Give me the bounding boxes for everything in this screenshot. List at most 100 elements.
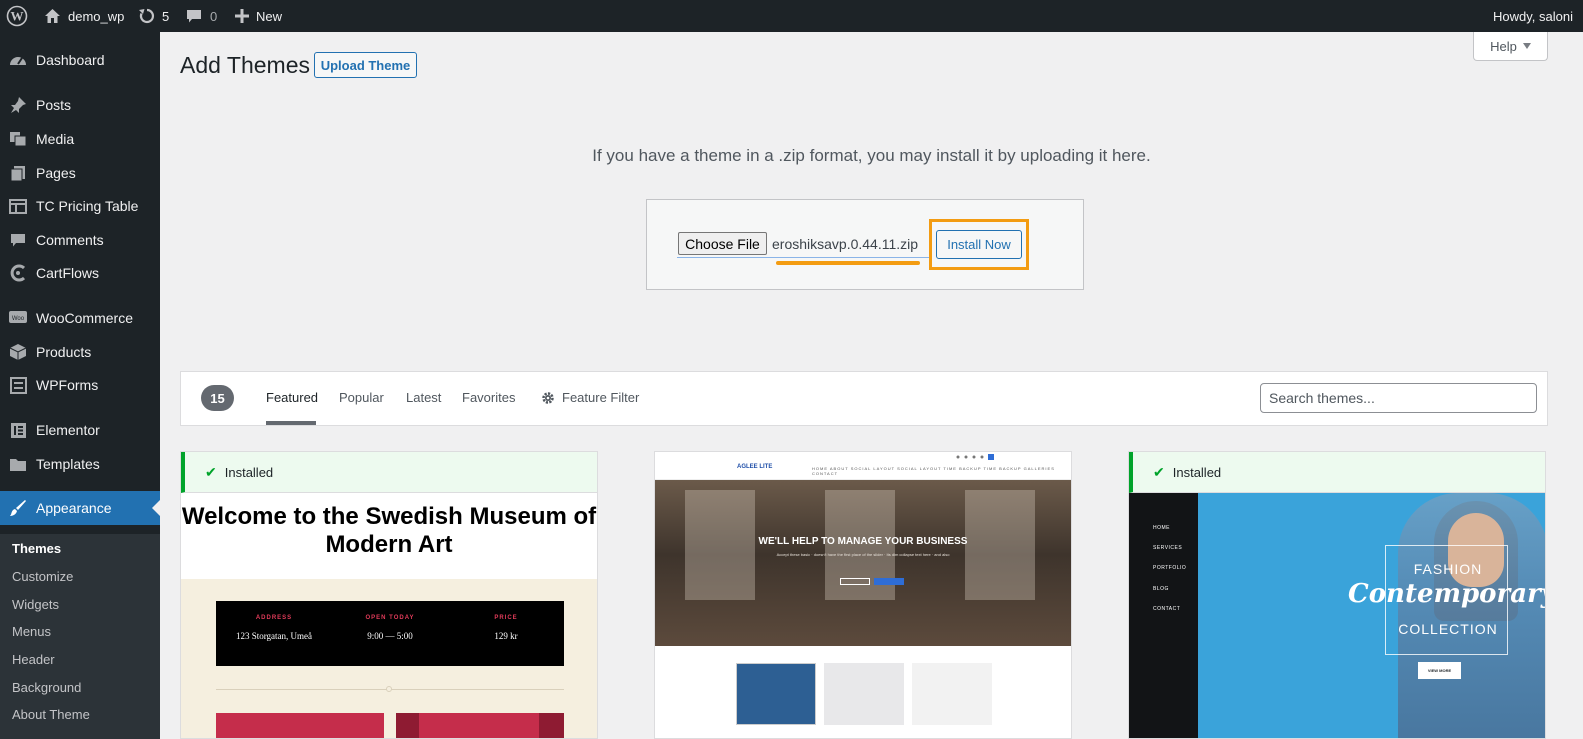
submenu-about-theme[interactable]: About Theme xyxy=(12,707,90,722)
submenu-widgets[interactable]: Widgets xyxy=(12,597,59,612)
theme-screenshot: WE'LL HELP TO MANAGE YOUR BUSINESS Accep… xyxy=(655,480,1071,646)
svg-text:Woo: Woo xyxy=(12,316,25,322)
check-icon: ✔ xyxy=(1153,463,1165,480)
comments-link[interactable]: 0 xyxy=(186,0,217,32)
preview-thumbnail xyxy=(912,663,992,725)
wordpress-logo-icon[interactable]: W xyxy=(6,0,28,32)
active-menu-arrow xyxy=(152,500,160,516)
updates-link[interactable]: 5 xyxy=(138,0,169,32)
tab-latest[interactable]: Latest xyxy=(406,390,441,405)
preview-button: VIEW MORE xyxy=(1418,662,1461,679)
preview-thumbnail xyxy=(736,663,816,725)
submenu-background[interactable]: Background xyxy=(12,680,81,695)
selected-file-name: eroshiksavp.0.44.11.zip xyxy=(772,236,919,252)
tab-featured[interactable]: Featured xyxy=(266,390,318,405)
page-title: Add Themes xyxy=(180,52,310,78)
theme-card[interactable]: ✔ Installed Welcome to the Swedish Museu… xyxy=(180,451,598,739)
preview-subtext: Accept these basic · doesn't have the fi… xyxy=(776,552,950,557)
theme-card[interactable]: AGLEE LITE HOME ABOUT SOCIAL LAYOUT SOCI… xyxy=(654,451,1072,739)
menu-woocommerce[interactable]: Woo WooCommerce xyxy=(0,301,160,335)
tab-favorites[interactable]: Favorites xyxy=(462,390,515,405)
site-name-link[interactable]: demo_wp xyxy=(44,0,124,32)
submenu-customize[interactable]: Customize xyxy=(12,569,73,584)
submenu-menus[interactable]: Menus xyxy=(12,624,51,639)
pin-icon xyxy=(0,96,36,114)
table-icon xyxy=(0,198,36,214)
submenu-header[interactable]: Header xyxy=(12,652,55,667)
menu-dashboard[interactable]: Dashboard xyxy=(0,43,160,77)
preview-title: Welcome to the Swedish Museum of Modern … xyxy=(181,503,597,558)
preview-block xyxy=(419,713,539,738)
file-name-highlight xyxy=(776,261,920,265)
preview-button xyxy=(840,578,870,585)
menu-wpforms[interactable]: WPForms xyxy=(0,368,160,402)
preview-text: FASHION xyxy=(1413,561,1483,577)
submenu-themes[interactable]: Themes xyxy=(12,541,61,556)
svg-text:W: W xyxy=(11,9,24,24)
info-col: PRICE 129 kr xyxy=(494,615,518,641)
media-icon xyxy=(0,131,36,147)
preview-header: AGLEE LITE HOME ABOUT SOCIAL LAYOUT SOCI… xyxy=(655,452,1071,480)
updates-count: 5 xyxy=(162,8,170,24)
plus-icon xyxy=(235,9,249,23)
feature-filter-label: Feature Filter xyxy=(562,390,640,405)
tab-popular[interactable]: Popular xyxy=(339,390,384,405)
info-col: ADDRESS 123 Storgatan, Umeå xyxy=(235,615,313,641)
new-content-link[interactable]: New xyxy=(235,0,282,32)
divider-ornament xyxy=(386,686,392,692)
upload-theme-button[interactable]: Upload Theme xyxy=(314,52,417,78)
preview-body: ADDRESS 123 Storgatan, Umeå OPEN TODAY 9… xyxy=(181,579,597,738)
theme-screenshot: Welcome to the Swedish Museum of Modern … xyxy=(181,493,597,579)
tab-active-indicator xyxy=(266,421,316,425)
theme-card[interactable]: ✔ Installed HOME SERVICES PORTFOLIO BLOG… xyxy=(1128,451,1546,739)
choose-file-button[interactable]: Choose File xyxy=(678,232,767,255)
admin-bar: W demo_wp 5 0 New Howdy, saloni xyxy=(0,0,1583,32)
installed-notice: ✔ Installed xyxy=(181,452,597,493)
preview-text: COLLECTION xyxy=(1398,621,1498,637)
check-icon: ✔ xyxy=(205,463,217,480)
info-band: ADDRESS 123 Storgatan, Umeå OPEN TODAY 9… xyxy=(216,601,564,666)
menu-pages[interactable]: Pages xyxy=(0,156,160,190)
account-menu[interactable]: Howdy, saloni xyxy=(1493,0,1573,32)
preview-logo: AGLEE LITE xyxy=(737,464,773,470)
install-now-button[interactable]: Install Now xyxy=(936,230,1022,259)
new-label: New xyxy=(256,8,283,24)
menu-posts[interactable]: Posts xyxy=(0,88,160,122)
cartflows-icon xyxy=(0,264,36,282)
pages-icon xyxy=(0,165,36,182)
site-name: demo_wp xyxy=(68,8,125,24)
howdy-text: Howdy, saloni xyxy=(1493,8,1573,24)
theme-screenshot: FASHION Contemporary COLLECTION VIEW MOR… xyxy=(1198,493,1546,738)
folder-icon xyxy=(0,457,36,472)
box-icon xyxy=(0,343,36,361)
updates-icon xyxy=(139,8,155,24)
menu-cartflows[interactable]: CartFlows xyxy=(0,256,160,290)
menu-products[interactable]: Products xyxy=(0,335,160,369)
feature-filter-button[interactable]: Feature Filter xyxy=(541,390,639,405)
help-button[interactable]: Help xyxy=(1473,32,1548,61)
menu-comments[interactable]: Comments xyxy=(0,223,160,257)
home-icon xyxy=(45,9,60,23)
menu-appearance[interactable]: Appearance xyxy=(0,491,160,525)
menu-elementor[interactable]: Elementor xyxy=(0,413,160,447)
menu-tc-pricing-table[interactable]: TC Pricing Table xyxy=(0,189,160,223)
gear-icon xyxy=(542,391,554,404)
forms-icon xyxy=(0,376,36,394)
preview-sidebar: HOME SERVICES PORTFOLIO BLOG CONTACT xyxy=(1129,493,1198,738)
upload-description: If you have a theme in a .zip format, yo… xyxy=(592,146,1151,165)
theme-count-badge: 15 xyxy=(201,385,234,411)
comments-count: 0 xyxy=(210,8,218,24)
comment-icon xyxy=(0,233,36,248)
brush-icon xyxy=(0,499,36,517)
info-col: OPEN TODAY 9:00 — 5:00 xyxy=(365,615,415,641)
search-themes-input[interactable]: Search themes... xyxy=(1260,383,1537,413)
social-icons xyxy=(956,454,994,460)
menu-templates[interactable]: Templates xyxy=(0,447,160,481)
caret-down-icon xyxy=(1522,43,1531,49)
preview-thumbnail xyxy=(824,663,904,725)
preview-text: Contemporary xyxy=(1348,579,1546,609)
admin-sidebar: Dashboard Posts Media Pages TC Pricing T… xyxy=(0,32,160,739)
elementor-icon xyxy=(0,422,36,439)
menu-media[interactable]: Media xyxy=(0,122,160,156)
preview-headline: WE'LL HELP TO MANAGE YOUR BUSINESS xyxy=(758,536,968,547)
